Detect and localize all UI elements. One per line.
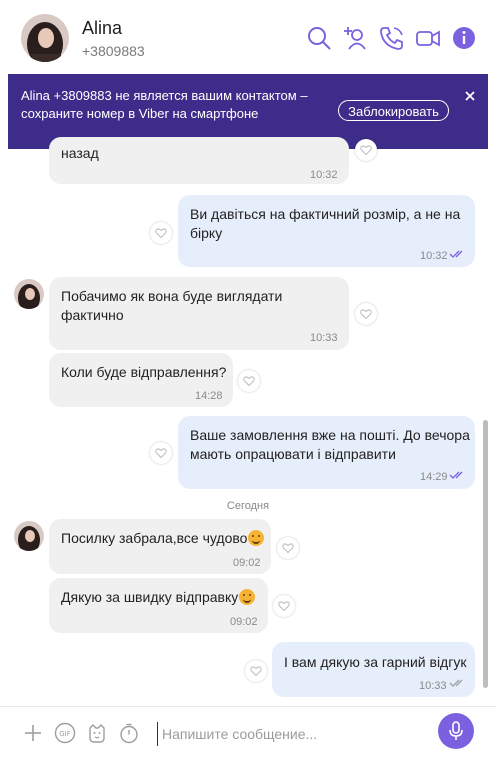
message-outgoing[interactable]: Ви давіться на фактичний розмір, а не на… — [178, 195, 475, 267]
like-icon[interactable] — [277, 537, 299, 559]
message-text: Посилку забрала,все чудово — [61, 530, 248, 546]
message-text-line2: мають опрацювати і відправити — [190, 445, 396, 462]
message-incoming[interactable]: Коли буде відправлення? 14:28 — [49, 353, 233, 407]
smile-emoji-icon — [248, 530, 265, 546]
svg-text:GIF: GIF — [59, 730, 71, 738]
message-text-line2: фактично — [61, 306, 124, 323]
message-text-line2: бірку — [190, 224, 223, 241]
message-incoming[interactable]: назад 10:32 — [49, 137, 349, 184]
message-outgoing[interactable]: І вам дякую за гарний відгук 10:33 — [272, 642, 475, 697]
message-time: 14:28 — [195, 390, 223, 402]
like-icon[interactable] — [150, 442, 172, 464]
contact-name: Alina — [82, 18, 123, 38]
contact-avatar[interactable] — [21, 14, 69, 62]
message-text: Дякую за швидку відправку — [61, 589, 239, 605]
like-icon[interactable] — [355, 139, 377, 161]
message-text-wrap: Дякую за швидку відправку — [61, 588, 256, 607]
message-outgoing[interactable]: Ваше замовлення вже на пошті. До вечора … — [178, 416, 475, 489]
message-incoming[interactable]: Посилку забрала,все чудово 09:02 — [49, 519, 271, 574]
message-time: 10:33 — [310, 332, 338, 344]
chat-header: Alina +3809883 — [0, 0, 496, 74]
message-time: 10:32 — [420, 250, 448, 262]
add-contact-icon[interactable] — [342, 24, 370, 52]
message-text-line1: Побачимо як вона буде виглядати — [61, 288, 283, 304]
message-text: Коли буде відправлення? — [61, 364, 227, 380]
message-incoming[interactable]: Дякую за швидку відправку 09:02 — [49, 578, 268, 633]
contact-phone: +3809883 — [82, 43, 145, 59]
plus-icon[interactable] — [22, 722, 44, 744]
like-icon[interactable] — [355, 303, 377, 325]
video-icon[interactable] — [414, 24, 442, 52]
sticker-icon[interactable] — [86, 722, 108, 744]
message-composer: GIF — [0, 706, 496, 757]
message-time: 10:33 — [419, 680, 447, 692]
like-icon[interactable] — [238, 370, 260, 392]
message-text-line1: Ваше замовлення вже на пошті. До вечора — [190, 427, 470, 443]
like-icon[interactable] — [245, 660, 267, 682]
timer-icon[interactable] — [118, 722, 140, 744]
call-icon[interactable] — [378, 24, 406, 52]
search-icon[interactable] — [305, 24, 333, 52]
message-time: 14:29 — [420, 471, 448, 483]
close-icon[interactable] — [462, 88, 478, 104]
read-check-icon — [449, 250, 463, 258]
like-icon[interactable] — [150, 222, 172, 244]
message-text: І вам дякую за гарний відгук — [284, 654, 467, 670]
block-button[interactable]: Заблокировать — [338, 100, 449, 121]
banner-text: Alina +3809883 не является вашим контакт… — [21, 88, 308, 121]
message-time: 09:02 — [233, 557, 261, 569]
delivered-check-icon — [449, 679, 463, 687]
like-icon[interactable] — [273, 595, 295, 617]
message-time: 10:32 — [310, 169, 338, 181]
info-icon[interactable] — [450, 24, 478, 52]
microphone-button[interactable] — [438, 713, 474, 749]
sender-avatar[interactable] — [14, 279, 44, 309]
sender-avatar[interactable] — [14, 521, 44, 551]
chat-scrollbar[interactable] — [483, 420, 488, 688]
message-time: 09:02 — [230, 616, 258, 628]
message-text: назад — [61, 145, 99, 161]
message-input[interactable] — [157, 722, 424, 746]
message-text-wrap: Посилку забрала,все чудово — [61, 529, 265, 548]
microphone-icon — [449, 721, 463, 740]
message-incoming[interactable]: Побачимо як вона буде виглядати фактично… — [49, 277, 349, 350]
gif-icon[interactable]: GIF — [54, 722, 76, 744]
message-text-line1: Ви давіться на фактичний розмір, а не на — [190, 206, 461, 222]
smile-emoji-icon — [239, 589, 256, 605]
read-check-icon — [449, 471, 463, 479]
date-separator: Сегодня — [226, 500, 270, 512]
